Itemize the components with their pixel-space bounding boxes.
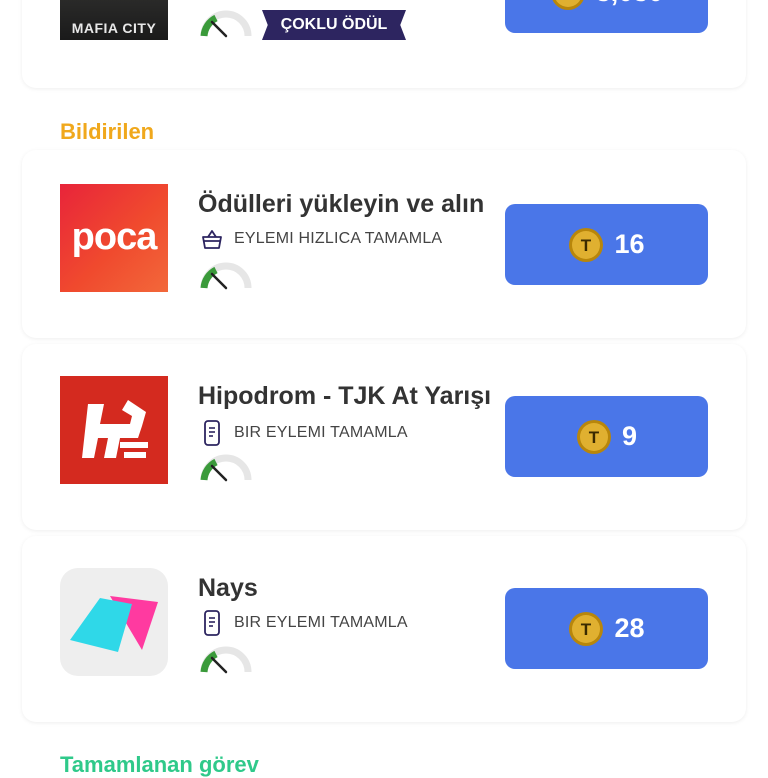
reward-amount: 9	[621, 421, 638, 451]
hipodrom-logo	[60, 376, 168, 484]
coin-icon: T	[576, 419, 611, 454]
difficulty-gauge-icon	[200, 262, 252, 290]
difficulty-gauge-icon	[200, 646, 252, 674]
multi-reward-badge: ÇOKLU ÖDÜL	[262, 10, 406, 40]
offer-action-label: EYLEMI HIZLICA TAMAMLA	[234, 230, 443, 247]
reward-button-nays[interactable]: T 28	[505, 588, 708, 669]
horse-logo-icon	[82, 400, 148, 458]
phone-icon	[204, 610, 220, 636]
mafia-city-logo-text: MAFIA CITY	[71, 20, 157, 36]
phone-icon	[204, 420, 220, 446]
offer-action: BIR EYLEMI TAMAMLA	[200, 610, 408, 636]
reward-amount: 28	[614, 613, 645, 643]
difficulty-gauge-icon	[200, 454, 252, 482]
offer-title: Hipodrom - TJK At Yarışı	[198, 382, 492, 410]
svg-text:T: T	[589, 428, 600, 447]
svg-text:T: T	[563, 0, 574, 3]
svg-text:T: T	[581, 620, 592, 639]
offer-action: EYLEMI HIZLICA TAMAMLA	[200, 228, 442, 250]
offer-title: Ödülleri yükleyin ve alın	[198, 190, 485, 218]
reward-button-hipodrom[interactable]: T 9	[505, 396, 708, 477]
coin-icon: T	[569, 611, 604, 646]
reward-amount: 3,030	[596, 0, 664, 8]
reward-amount: 16	[614, 229, 645, 259]
coin-icon: T	[552, 0, 583, 10]
offer-action-label: BIR EYLEMI TAMAMLA	[234, 614, 408, 631]
section-title-reported: Bildirilen	[60, 119, 155, 144]
section-title-completed: Tamamlanan görev	[60, 752, 259, 777]
coin-icon: T	[569, 227, 604, 262]
mafia-city-logo: MAFIA CITY	[60, 0, 168, 40]
offer-action: BIR EYLEMI TAMAMLA	[200, 420, 408, 446]
nays-logo-icon	[70, 596, 158, 652]
svg-text:T: T	[581, 236, 592, 255]
poca-logo-text: poca	[71, 216, 158, 258]
offer-action-label: BIR EYLEMI TAMAMLA	[234, 424, 408, 441]
reward-button-poca[interactable]: T 16	[505, 204, 708, 285]
nays-logo	[60, 568, 168, 676]
poca-logo: poca	[60, 184, 168, 292]
difficulty-gauge-icon	[200, 10, 252, 38]
reward-button-mafia-city[interactable]: T 3,030	[505, 0, 708, 33]
basket-icon	[202, 230, 222, 249]
offer-title: Nays	[198, 574, 258, 602]
